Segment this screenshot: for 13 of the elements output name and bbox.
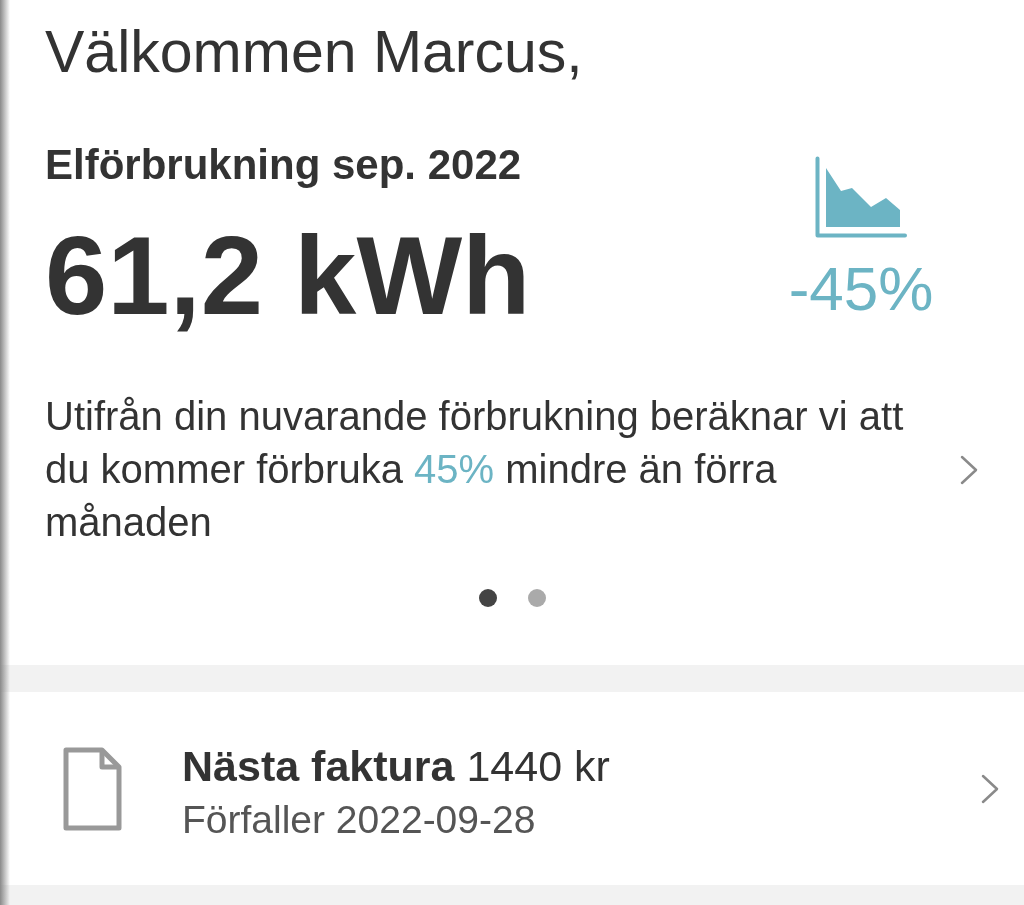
forecast-text: Utifrån din nuvarande förbrukning beräknar vi att du kommer förbruka 45% mindre än förra månaden xyxy=(45,393,905,546)
area-chart-icon xyxy=(815,156,907,238)
invoice-title: Nästa faktura 1440 kr xyxy=(182,740,610,791)
usage-amount: 61,2 kWh xyxy=(45,220,531,332)
document-icon xyxy=(62,746,122,831)
usage-change: -45% xyxy=(788,258,934,320)
chevron-right-icon xyxy=(980,772,1000,805)
invoice-card[interactable]: Nästa faktura 1440 kr Förfaller 2022-09-28 xyxy=(0,692,1024,885)
invoice-due-date: Förfaller 2022-09-28 xyxy=(182,796,536,843)
greeting-title: Välkommen Marcus, xyxy=(45,18,583,87)
usage-card[interactable]: Välkommen Marcus, Elförbrukning sep. 2022 61,2 kWh -45% Utifrån din nuvarande förbrukning beräknar vi att du kommer förbruka 45% mindre än förra månaden xyxy=(0,0,1024,665)
usage-title: Elförbrukning sep. 2022 xyxy=(45,140,522,190)
chevron-right-icon xyxy=(959,453,979,486)
